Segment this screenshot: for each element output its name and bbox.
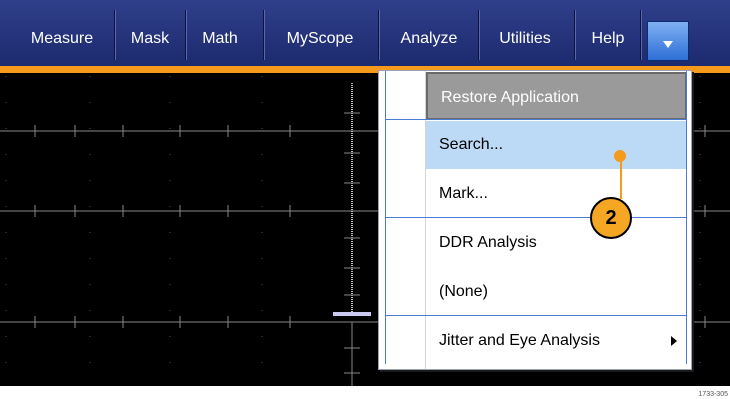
menu-help[interactable]: Help — [582, 0, 634, 66]
menu-separator — [263, 10, 265, 60]
dropdown-button[interactable] — [647, 21, 689, 61]
menu-measure[interactable]: Measure — [17, 0, 107, 66]
menu-item-mark[interactable]: Mark... — [426, 170, 687, 218]
menu-myscope[interactable]: MyScope — [272, 0, 368, 66]
menu-math[interactable]: Math — [192, 0, 248, 66]
menu-separator — [640, 10, 642, 60]
menu-item-label: Jitter and Eye Analysis — [439, 332, 600, 349]
callout-number-badge: 2 — [590, 197, 632, 239]
menu-separator — [114, 10, 116, 60]
menu-separator — [478, 10, 480, 60]
menu-divider — [385, 217, 687, 218]
menu-utilities[interactable]: Utilities — [485, 0, 565, 66]
menu-bar: Measure Mask Math MyScope Analyze Utilit… — [0, 0, 730, 66]
chevron-down-icon — [663, 41, 673, 48]
menu-separator — [574, 10, 576, 60]
menu-separator — [378, 10, 380, 60]
menu-item-search[interactable]: Search... — [426, 121, 687, 169]
menu-mask[interactable]: Mask — [124, 0, 176, 66]
menu-analyze[interactable]: Analyze — [388, 0, 470, 66]
submenu-arrow-icon — [671, 336, 677, 346]
menu-item-restore-application[interactable]: Restore Application — [426, 72, 687, 120]
menu-border-right — [686, 71, 687, 364]
menu-item-none[interactable]: (None) — [426, 268, 687, 316]
menu-icon-gutter — [379, 71, 426, 369]
menu-item-jitter-eye-analysis[interactable]: Jitter and Eye Analysis — [426, 317, 687, 365]
menu-border-left — [385, 71, 386, 364]
analyze-menu: Restore Application Search... Mark... DD… — [378, 70, 692, 370]
callout-leader-line — [620, 154, 622, 199]
menu-divider — [385, 315, 687, 316]
menu-separator — [185, 10, 187, 60]
menu-divider — [385, 119, 687, 120]
figure-id: 1733-305 — [698, 391, 728, 398]
menu-item-ddr-analysis[interactable]: DDR Analysis — [426, 219, 687, 267]
